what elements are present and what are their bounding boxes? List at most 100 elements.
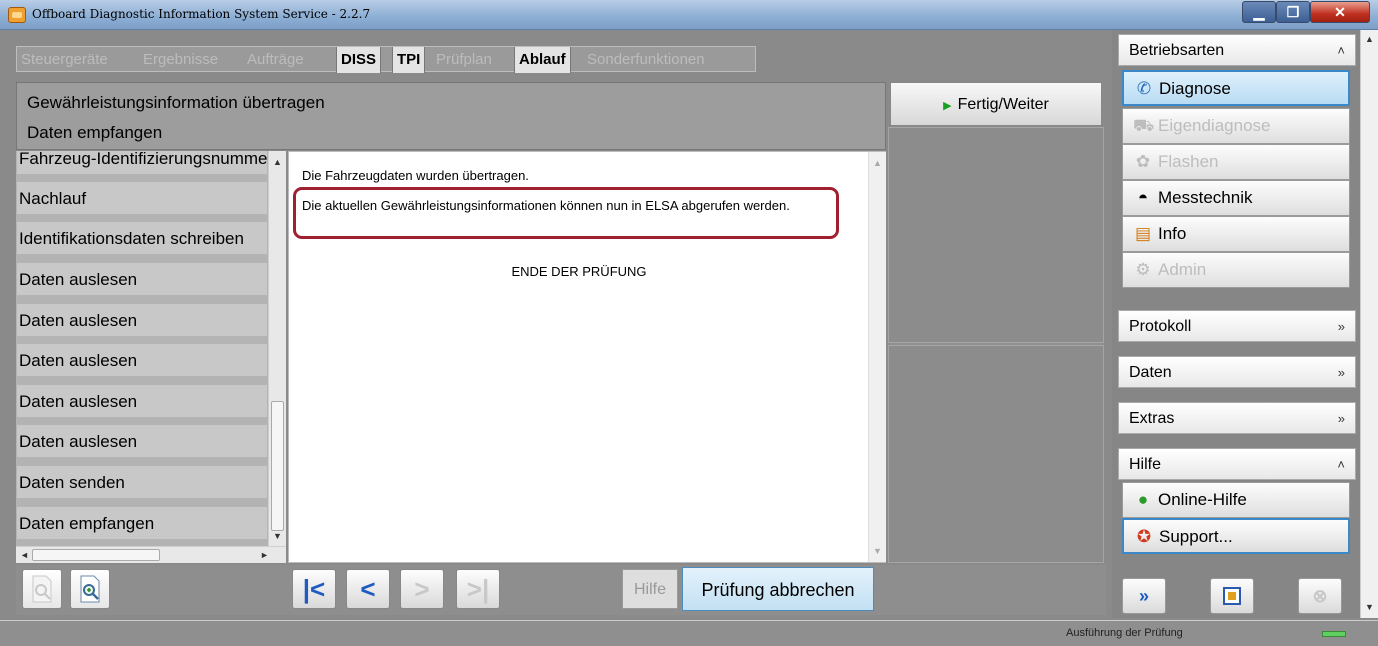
message-pane: Die Fahrzeugdaten wurden übertragen. Die…	[288, 151, 886, 563]
next-step-button: >	[400, 569, 444, 609]
chevron-up-icon: ˄	[1337, 43, 1345, 58]
online-hilfe-item[interactable]: ● Online-Hilfe	[1122, 482, 1350, 518]
gauge-icon: ◓	[1137, 188, 1149, 207]
extras-label: Extras	[1129, 410, 1175, 427]
list-item[interactable]: Daten auslesen	[16, 303, 268, 337]
zoom-out-document-button[interactable]	[22, 569, 62, 609]
extras-header[interactable]: Extras »	[1118, 402, 1356, 434]
mode-info[interactable]: ▤ Info	[1122, 216, 1350, 252]
list-item[interactable]: Daten empfangen	[16, 506, 268, 540]
step-list: Fahrzeug-Identifizierungsnummer Nachlauf…	[16, 151, 286, 563]
right-panel-scrollbar[interactable]: ▲ ▼	[1360, 30, 1378, 618]
hilfe-header[interactable]: Hilfe ˄	[1118, 448, 1356, 480]
zoom-out-document-icon	[32, 575, 52, 603]
lifebuoy-icon: ✪	[1136, 527, 1152, 546]
zoom-in-document-button[interactable]	[70, 569, 110, 609]
fertig-weiter-button[interactable]: ▶ Fertig/Weiter	[890, 82, 1102, 126]
last-step-button: >|	[456, 569, 500, 609]
cancel-icon: ⊗	[1312, 586, 1328, 606]
list-item[interactable]: Daten auslesen	[16, 262, 268, 296]
tab-ergebnisse: Ergebnisse	[143, 51, 219, 68]
app-icon	[8, 7, 26, 23]
tab-tpi[interactable]: TPI	[392, 47, 426, 73]
current-step-title: Daten empfangen	[27, 123, 163, 142]
side-panel-bottom	[888, 345, 1104, 563]
tab-sonderfunktionen: Sonderfunktionen	[587, 51, 705, 68]
maximize-button[interactable]: ❐	[1276, 1, 1310, 23]
mode-label: Admin	[1158, 260, 1207, 279]
pruefung-abbrechen-button[interactable]: Prüfung abbrechen	[682, 567, 874, 611]
support-item[interactable]: ✪ Support...	[1122, 518, 1350, 554]
list-item[interactable]: Daten auslesen	[16, 424, 268, 458]
list-item[interactable]: Nachlauf	[16, 181, 268, 215]
scroll-left-icon[interactable]: ◄	[20, 550, 29, 560]
support-label: Support...	[1159, 527, 1233, 546]
scroll-up-icon[interactable]: ▲	[273, 157, 282, 167]
mode-admin: ⚙ Admin	[1122, 252, 1350, 288]
mode-messtechnik[interactable]: ◓ Messtechnik	[1122, 180, 1350, 216]
scroll-down-icon[interactable]: ▼	[873, 546, 882, 556]
betriebsarten-label: Betriebsarten	[1129, 42, 1225, 59]
mode-eigendiagnose: ⛟ Eigendiagnose	[1122, 108, 1350, 144]
scroll-down-icon[interactable]: ▼	[273, 531, 282, 541]
hilfe-button: Hilfe	[622, 569, 678, 609]
stethoscope-icon: ✆	[1136, 79, 1152, 98]
betriebsarten-header[interactable]: Betriebsarten ˄	[1118, 34, 1356, 66]
step-list-vertical-scrollbar[interactable]: ▲ ▼	[268, 151, 286, 546]
list-item[interactable]: Fahrzeug-Identifizierungsnummer	[16, 151, 268, 175]
scroll-down-icon[interactable]: ▼	[1365, 602, 1374, 612]
mode-label: Diagnose	[1159, 79, 1231, 98]
message-pane-scrollbar[interactable]: ▲ ▼	[868, 152, 886, 562]
list-item[interactable]: Daten senden	[16, 465, 268, 499]
procedure-title: Gewährleistungsinformation übertragen	[27, 93, 325, 112]
horizontal-scroll-thumb[interactable]	[32, 549, 160, 561]
previous-step-button[interactable]: <	[346, 569, 390, 609]
frame-icon	[1223, 587, 1241, 605]
message-line: Die Fahrzeugdaten wurden übertragen.	[302, 168, 529, 183]
minimize-button[interactable]: ▁	[1242, 1, 1276, 23]
message-line-highlighted: Die aktuellen Gewährleistungsinformation…	[302, 198, 790, 213]
play-icon: ▶	[943, 100, 952, 112]
mode-label: Eigendiagnose	[1158, 116, 1271, 135]
tab-auftraege: Aufträge	[247, 51, 304, 68]
tab-steuergeraete: Steuergeräte	[21, 51, 108, 68]
step-header: Gewährleistungsinformation übertragen Da…	[16, 82, 886, 150]
scroll-right-icon[interactable]: ►	[260, 550, 269, 560]
window-title: Offboard Diagnostic Information System S…	[32, 7, 371, 21]
hilfe-section-label: Hilfe	[1129, 456, 1162, 473]
daten-header[interactable]: Daten »	[1118, 356, 1356, 388]
status-indicator	[1322, 631, 1346, 637]
screenshot-button[interactable]	[1210, 578, 1254, 614]
disabled-close-button: ⊗	[1298, 578, 1342, 614]
scroll-up-icon[interactable]: ▲	[873, 158, 882, 168]
step-list-horizontal-scrollbar[interactable]: ◄ ►	[16, 546, 286, 563]
help-icon: ●	[1137, 490, 1149, 509]
list-item[interactable]: Identifikationsdaten schreiben	[16, 221, 268, 255]
forward-double-arrow-button[interactable]: »	[1122, 578, 1166, 614]
scroll-up-icon[interactable]: ▲	[1365, 34, 1374, 44]
first-step-button[interactable]: |<	[292, 569, 336, 609]
side-info-column	[888, 127, 1104, 563]
title-bar: Offboard Diagnostic Information System S…	[0, 0, 1378, 30]
mode-diagnose[interactable]: ✆ Diagnose	[1122, 70, 1350, 106]
operating-modes-panel: Betriebsarten ˄ ✆ Diagnose ⛟ Eigendiagnose …	[1112, 30, 1360, 618]
chevron-up-icon: ˄	[1337, 457, 1345, 472]
tab-bar: Steuergeräte Ergebnisse Aufträge DISS TP…	[16, 46, 756, 73]
list-item[interactable]: Daten auslesen	[16, 343, 268, 377]
online-hilfe-label: Online-Hilfe	[1158, 490, 1247, 509]
highlight-frame	[293, 187, 839, 239]
tab-diss[interactable]: DISS	[336, 47, 382, 73]
double-arrow-icon: »	[1138, 586, 1149, 606]
side-panel-top	[888, 127, 1104, 343]
mode-flashen: ✿ Flashen	[1122, 144, 1350, 180]
vertical-scroll-thumb[interactable]	[271, 401, 284, 531]
close-button[interactable]: ✕	[1310, 1, 1370, 23]
status-bar: Ausführung der Prüfung	[0, 620, 1378, 646]
mode-label: Messtechnik	[1158, 188, 1253, 207]
tab-pruefplan: Prüfplan	[436, 51, 492, 68]
zoom-in-document-icon	[80, 575, 100, 603]
protokoll-header[interactable]: Protokoll »	[1118, 310, 1356, 342]
list-item[interactable]: Daten auslesen	[16, 384, 268, 418]
book-icon: ▤	[1134, 224, 1152, 243]
tab-ablauf[interactable]: Ablauf	[514, 47, 571, 73]
